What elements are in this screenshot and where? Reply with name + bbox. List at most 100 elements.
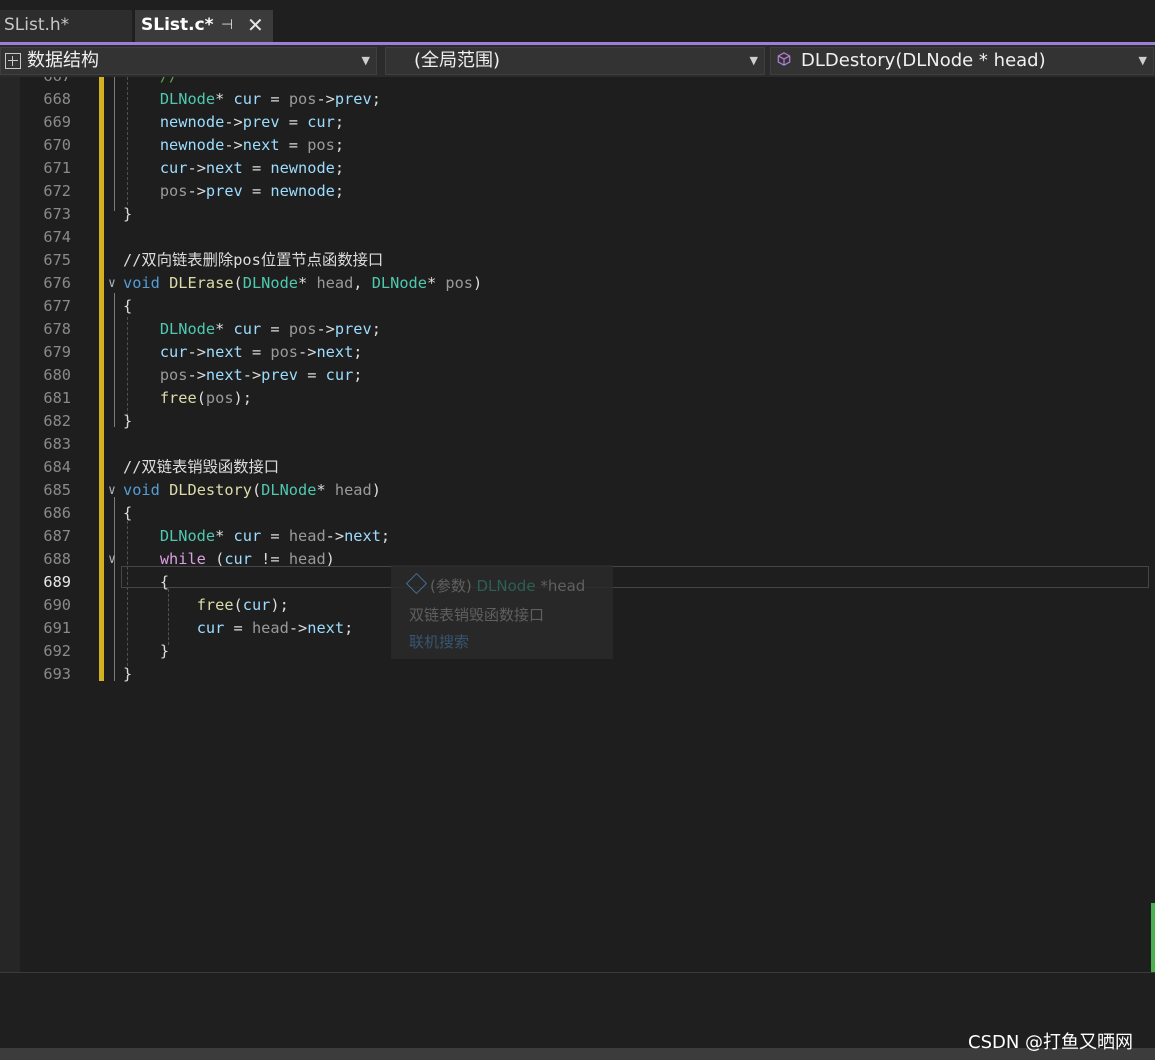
code-text: pos->prev = newnode;	[159, 182, 345, 200]
param-prefix: (参数)	[430, 577, 472, 595]
tooltip-description: 双链表销毁函数接口	[409, 606, 545, 624]
line-number: 688	[43, 550, 71, 568]
line-number: 668	[43, 90, 71, 108]
line-number: 683	[43, 435, 71, 453]
code-text: DLNode* cur = pos->prev;	[159, 320, 381, 338]
code-line[interactable]: 669 newnode->prev = cur;	[0, 111, 1150, 134]
project-label: 数据结构	[27, 50, 99, 71]
code-text: {	[123, 297, 133, 315]
code-line[interactable]: 684 //双链表销毁函数接口	[0, 456, 1150, 479]
code-text: //双链表销毁函数接口	[123, 458, 280, 476]
code-text: pos->next->prev = cur;	[159, 366, 363, 384]
code-line[interactable]: 679 cur->next = pos->next;	[0, 341, 1150, 364]
line-number: 673	[43, 205, 71, 223]
line-number: 671	[43, 159, 71, 177]
code-text: while (cur != head)	[159, 550, 335, 568]
code-line[interactable]: 683	[0, 433, 1150, 456]
code-text: }	[123, 642, 170, 660]
code-line[interactable]: 685 ∨ void DLDestory(DLNode* head)	[0, 479, 1150, 502]
line-number: 677	[43, 297, 71, 315]
code-text: }	[123, 665, 133, 683]
member-dropdown[interactable]: DLDestory(DLNode * head) ▼	[770, 47, 1154, 75]
code-text: //	[123, 77, 178, 88]
param-name: *head	[540, 577, 586, 595]
code-text: newnode->next = pos;	[159, 136, 345, 154]
quick-info-tooltip: (参数) DLNode *head 双链表销毁函数接口 联机搜索	[391, 565, 613, 659]
project-icon	[5, 53, 21, 69]
chevron-down-icon: ▼	[749, 54, 758, 67]
param-type: DLNode	[476, 577, 536, 595]
line-number: 692	[43, 642, 71, 660]
code-text: void DLDestory(DLNode* head)	[123, 481, 381, 499]
code-text: DLNode* cur = head->next;	[159, 527, 391, 545]
code-line[interactable]: 670 newnode->next = pos;	[0, 134, 1150, 157]
code-editor[interactable]: 667 // 668 DLNode* cur = pos->prev; 669 …	[0, 77, 1155, 972]
code-text: cur->next = pos->next;	[159, 343, 363, 361]
tab-slist-h[interactable]: SList.h*	[0, 10, 132, 42]
code-text: {	[123, 504, 133, 522]
tooltip-signature: (参数) DLNode *head	[405, 572, 586, 596]
code-text: cur->next = newnode;	[159, 159, 345, 177]
code-text: DLNode* cur = pos->prev;	[159, 90, 381, 108]
code-line[interactable]: 678 DLNode* cur = pos->prev;	[0, 318, 1150, 341]
navigation-bar: 数据结构 ▼ (全局范围) ▼ DLDestory(DLNode * head)…	[0, 45, 1155, 77]
line-number: 674	[43, 228, 71, 246]
fold-chevron-icon[interactable]: ∨	[108, 479, 116, 502]
code-text: cur = head->next;	[196, 619, 354, 637]
code-line[interactable]: 672 pos->prev = newnode;	[0, 180, 1150, 203]
code-line[interactable]: 667 //	[0, 77, 1150, 88]
line-number: 681	[43, 389, 71, 407]
code-text: newnode->prev = cur;	[159, 113, 345, 131]
line-number: 678	[43, 320, 71, 338]
pin-icon[interactable]: ⊣	[221, 10, 233, 40]
code-line[interactable]: 687 DLNode* cur = head->next;	[0, 525, 1150, 548]
chevron-down-icon: ▼	[361, 54, 370, 67]
line-number: 687	[43, 527, 71, 545]
code-text: void DLErase(DLNode* head, DLNode* pos)	[123, 274, 483, 292]
code-line[interactable]: 693}	[0, 663, 1150, 686]
code-line[interactable]: 674	[0, 226, 1150, 249]
member-label: DLDestory(DLNode * head)	[801, 50, 1046, 71]
code-text: {	[123, 573, 170, 591]
code-line[interactable]: 680 pos->next->prev = cur;	[0, 364, 1150, 387]
line-number: 669	[43, 113, 71, 131]
code-line[interactable]: 682}	[0, 410, 1150, 433]
line-number: 690	[43, 596, 71, 614]
tab-label: SList.h*	[4, 15, 70, 35]
code-text: }	[123, 412, 133, 430]
line-number: 667	[24, 77, 71, 88]
tab-slist-c[interactable]: SList.c* ⊣ ✕	[135, 10, 273, 42]
code-text: //双向链表删除pos位置节点函数接口	[123, 251, 384, 269]
code-text: free(pos);	[159, 389, 252, 407]
tab-strip: SList.h* SList.c* ⊣ ✕	[0, 0, 1155, 42]
line-number: 675	[43, 251, 71, 269]
line-number: 670	[43, 136, 71, 154]
code-line[interactable]: 668 DLNode* cur = pos->prev;	[0, 88, 1150, 111]
project-dropdown[interactable]: 数据结构 ▼	[0, 47, 377, 75]
scrollbar-change-marker	[1151, 903, 1155, 972]
line-number: 672	[43, 182, 71, 200]
cube-icon	[777, 52, 791, 66]
code-line[interactable]: 677 {	[0, 295, 1150, 318]
chevron-down-icon: ▼	[1138, 54, 1147, 67]
line-number: 693	[43, 665, 71, 683]
fold-chevron-icon[interactable]: ∨	[108, 272, 116, 295]
line-number: 676	[43, 274, 71, 292]
code-text: }	[123, 205, 133, 223]
code-line[interactable]: 675 //双向链表删除pos位置节点函数接口	[0, 249, 1150, 272]
line-number: 685	[43, 481, 71, 499]
code-line[interactable]: 686 {	[0, 502, 1150, 525]
line-number: 691	[43, 619, 71, 637]
scope-dropdown[interactable]: (全局范围) ▼	[385, 47, 765, 75]
code-line[interactable]: 673}	[0, 203, 1150, 226]
line-number: 689	[43, 573, 71, 591]
parameter-icon	[405, 572, 428, 595]
scope-label: (全局范围)	[414, 50, 501, 71]
close-icon[interactable]: ✕	[247, 10, 264, 40]
code-line[interactable]: 681 free(pos);	[0, 387, 1150, 410]
fold-chevron-icon[interactable]: ∨	[108, 548, 116, 571]
online-search-link[interactable]: 联机搜索	[409, 631, 469, 652]
code-line[interactable]: 676 ∨ void DLErase(DLNode* head, DLNode* p…	[0, 272, 1150, 295]
code-line[interactable]: 671 cur->next = newnode;	[0, 157, 1150, 180]
code-text: free(cur);	[196, 596, 289, 614]
